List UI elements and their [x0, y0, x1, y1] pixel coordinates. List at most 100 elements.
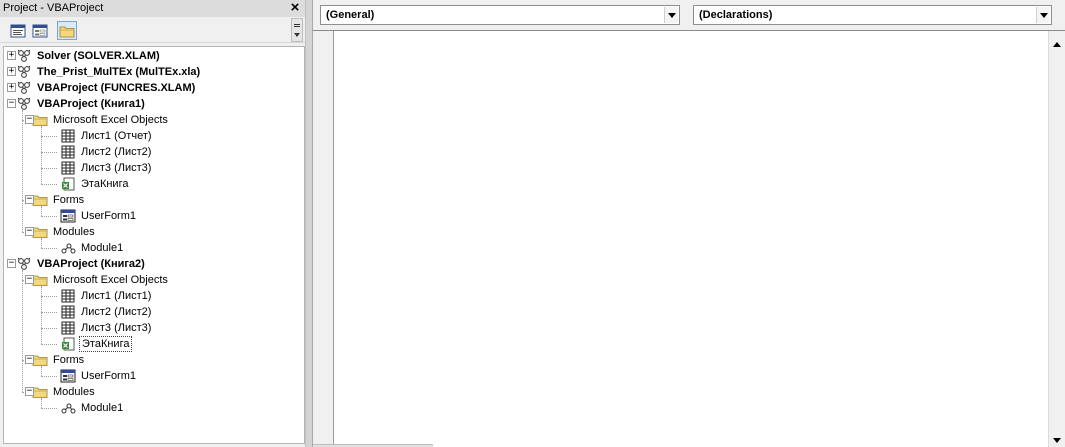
tree-item-sheet[interactable]: Лист1 (Лист1)	[60, 288, 153, 304]
tree-item-sheet[interactable]: Лист3 (Лист3)	[60, 320, 153, 336]
tree-guide-line	[41, 376, 57, 377]
tree-guide-line	[41, 238, 42, 248]
tree-guide-line	[41, 206, 42, 216]
tree-item-label: ЭтаКнига	[81, 178, 129, 190]
scroll-down-icon[interactable]	[1049, 434, 1065, 447]
code-window: (General) (Declarations)	[313, 0, 1065, 447]
tree-item-label: Лист1 (Отчет)	[81, 130, 152, 142]
close-icon[interactable]: ×	[288, 0, 302, 15]
tree-item-folder[interactable]: Microsoft Excel Objects	[32, 272, 170, 288]
workbook-icon	[60, 177, 76, 191]
toggle-folders-icon	[59, 26, 75, 37]
folder-icon	[32, 113, 48, 127]
collapse-icon[interactable]: −	[25, 355, 34, 364]
project-explorer-title: Project - VBAProject	[3, 2, 104, 14]
view-object-icon	[32, 24, 48, 37]
tree-item-label: Module1	[81, 242, 124, 254]
tree-guide-line	[41, 296, 57, 297]
tree-item-label: Лист2 (Лист2)	[81, 146, 152, 158]
project-explorer-toolbar	[0, 17, 305, 43]
tree-item-module[interactable]: Module1	[60, 240, 125, 256]
worksheet-icon	[60, 321, 76, 335]
module-icon	[60, 241, 76, 255]
tree-item-sheet[interactable]: Лист2 (Лист2)	[60, 304, 153, 320]
tree-item-sheet[interactable]: Лист2 (Лист2)	[60, 144, 153, 160]
worksheet-icon	[60, 289, 76, 303]
tree-item-label: Solver (SOLVER.XLAM)	[37, 50, 160, 62]
chevron-down-icon[interactable]	[664, 7, 678, 23]
vba-project-icon	[16, 257, 32, 271]
tree-guide-line	[41, 398, 42, 408]
tree-guide-line	[22, 270, 23, 392]
view-object-button[interactable]	[30, 21, 50, 40]
tree-guide-line	[41, 152, 57, 153]
project-explorer-titlebar[interactable]: Project - VBAProject ×	[0, 0, 305, 17]
expand-icon[interactable]: +	[7, 83, 16, 92]
procedure-combobox-value: (Declarations)	[699, 9, 773, 21]
tree-item-label: UserForm1	[81, 210, 137, 222]
chevron-down-icon[interactable]	[1036, 7, 1050, 23]
expand-icon[interactable]: +	[7, 51, 16, 60]
tree-item-module[interactable]: Module1	[60, 400, 125, 416]
view-code-icon	[10, 24, 26, 37]
view-code-button[interactable]	[8, 21, 28, 40]
worksheet-icon	[60, 161, 76, 175]
tree-item-label: UserForm1	[81, 370, 137, 382]
expand-icon[interactable]: +	[7, 67, 16, 76]
tree-item-project[interactable]: VBAProject (Книга1)	[16, 96, 147, 112]
tree-item-folder[interactable]: Microsoft Excel Objects	[32, 112, 170, 128]
tree-item-label: Microsoft Excel Objects	[53, 114, 168, 126]
tree-item-workbook[interactable]: ЭтаКнига	[60, 176, 130, 192]
project-explorer: Project - VBAProject × Solver (SOLVER.XL…	[0, 0, 305, 447]
tree-item-label: Module1	[81, 402, 124, 414]
collapse-icon[interactable]: −	[25, 195, 34, 204]
tree-item-project[interactable]: The_Prist_MulTEx (MulTEx.xla)	[16, 64, 202, 80]
tree-item-project[interactable]: VBAProject (Книга2)	[16, 256, 147, 272]
workbook-icon	[60, 337, 76, 351]
collapse-icon[interactable]: −	[25, 227, 34, 236]
folder-icon	[32, 273, 48, 287]
tree-item-form[interactable]: UserForm1	[60, 208, 138, 224]
vba-project-icon	[16, 81, 32, 95]
code-margin-indicator-bar[interactable]	[313, 31, 334, 447]
tree-guide-line	[41, 168, 57, 169]
toggle-folders-button[interactable]	[57, 21, 77, 40]
worksheet-icon	[60, 129, 76, 143]
tree-item-label: The_Prist_MulTEx (MulTEx.xla)	[37, 66, 201, 78]
project-tree[interactable]: Solver (SOLVER.XLAM) + The_Prist_MulTEx (M…	[3, 46, 305, 444]
vba-project-icon	[16, 97, 32, 111]
tree-item-label: ЭтаКнига	[79, 336, 133, 352]
tree-guide-line	[41, 248, 57, 249]
userform-icon	[60, 369, 76, 383]
worksheet-icon	[60, 145, 76, 159]
tree-item-label: Лист2 (Лист2)	[81, 306, 152, 318]
tree-item-workbook[interactable]: ЭтаКнига	[60, 336, 133, 352]
vba-project-icon	[16, 65, 32, 79]
tree-guide-line	[41, 408, 57, 409]
collapse-icon[interactable]: −	[25, 275, 34, 284]
tree-guide-line	[41, 286, 42, 344]
worksheet-icon	[60, 305, 76, 319]
tree-guide-line	[41, 312, 57, 313]
tree-guide-line	[41, 216, 57, 217]
collapse-icon[interactable]: −	[25, 115, 34, 124]
procedure-combobox[interactable]: (Declarations)	[693, 5, 1052, 25]
tree-item-project[interactable]: VBAProject (FUNCRES.XLAM)	[16, 80, 197, 96]
tree-item-sheet[interactable]: Лист3 (Лист3)	[60, 160, 153, 176]
vertical-scrollbar[interactable]	[1048, 31, 1065, 447]
collapse-icon[interactable]: −	[7, 99, 16, 108]
object-combobox[interactable]: (General)	[320, 5, 680, 25]
tree-item-label: Microsoft Excel Objects	[53, 274, 168, 286]
code-editor[interactable]	[335, 31, 1048, 447]
tree-guide-line	[41, 184, 57, 185]
tree-guide-line	[41, 344, 57, 345]
scroll-up-icon[interactable]	[1049, 38, 1065, 52]
tree-item-form[interactable]: UserForm1	[60, 368, 138, 384]
collapse-icon[interactable]: −	[25, 387, 34, 396]
vba-project-icon	[16, 49, 32, 63]
toolbar-overflow-button[interactable]	[291, 18, 303, 42]
collapse-icon[interactable]: −	[7, 259, 16, 268]
pane-splitter[interactable]	[305, 0, 313, 447]
tree-item-sheet[interactable]: Лист1 (Отчет)	[60, 128, 154, 144]
tree-item-project[interactable]: Solver (SOLVER.XLAM)	[16, 48, 162, 64]
